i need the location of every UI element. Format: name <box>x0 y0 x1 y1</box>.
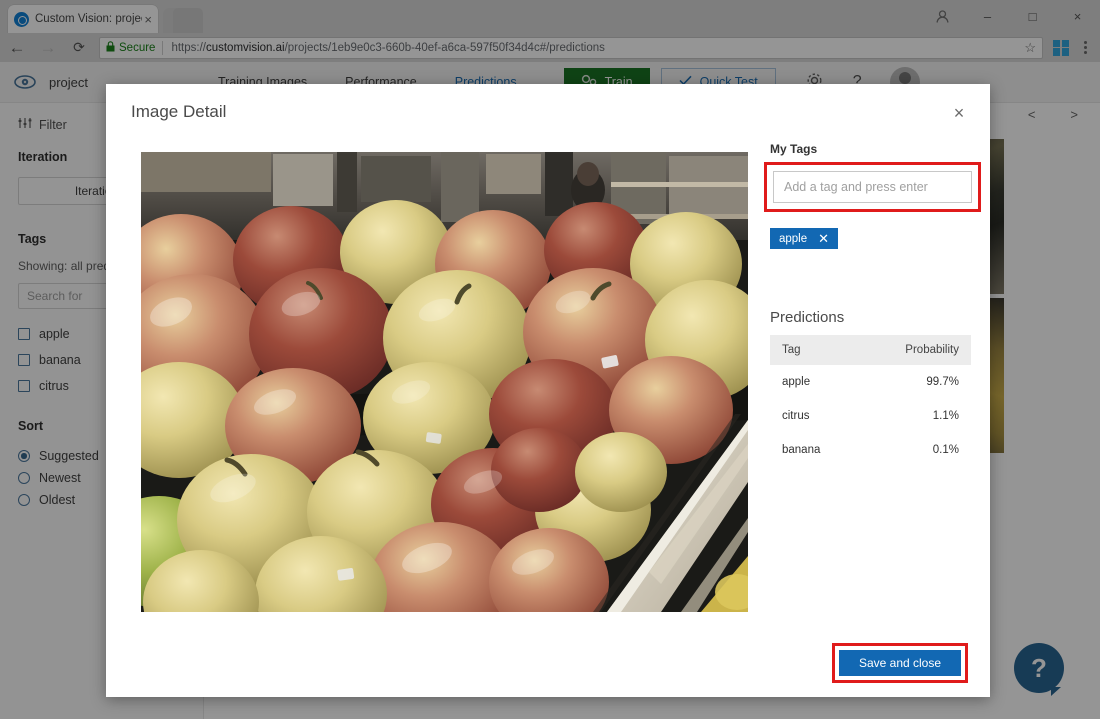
remove-tag-icon[interactable]: ✕ <box>818 232 829 245</box>
table-row: apple 99.7% <box>770 365 971 399</box>
prediction-tag: apple <box>770 365 860 399</box>
prediction-tag: banana <box>770 433 860 467</box>
prediction-tag: citrus <box>770 399 860 433</box>
image-preview <box>141 152 748 612</box>
tag-input[interactable]: Add a tag and press enter <box>773 171 972 203</box>
my-tags-label: My Tags <box>770 142 975 156</box>
table-row: banana 0.1% <box>770 433 971 467</box>
modal-title: Image Detail <box>131 102 226 122</box>
predictions-title: Predictions <box>770 309 975 326</box>
predictions-table: Tag Probability apple 99.7% citrus 1.1% … <box>770 335 971 467</box>
prediction-probability: 99.7% <box>860 365 972 399</box>
prediction-probability: 0.1% <box>860 433 972 467</box>
image-detail-modal: Image Detail × <box>106 84 990 697</box>
header-probability: Probability <box>860 335 972 365</box>
save-button-highlight: Save and close <box>832 643 968 683</box>
table-row: citrus 1.1% <box>770 399 971 433</box>
save-and-close-button[interactable]: Save and close <box>839 650 961 676</box>
tag-input-highlight: Add a tag and press enter <box>764 162 981 212</box>
apple-display-photo <box>141 152 748 612</box>
header-tag: Tag <box>770 335 860 365</box>
prediction-probability: 1.1% <box>860 399 972 433</box>
tag-chip-apple[interactable]: apple ✕ <box>770 228 838 249</box>
close-icon[interactable]: × <box>946 100 972 126</box>
tag-chip-label: apple <box>779 233 807 245</box>
table-header-row: Tag Probability <box>770 335 971 365</box>
modal-right-pane: My Tags Add a tag and press enter apple … <box>770 142 975 467</box>
